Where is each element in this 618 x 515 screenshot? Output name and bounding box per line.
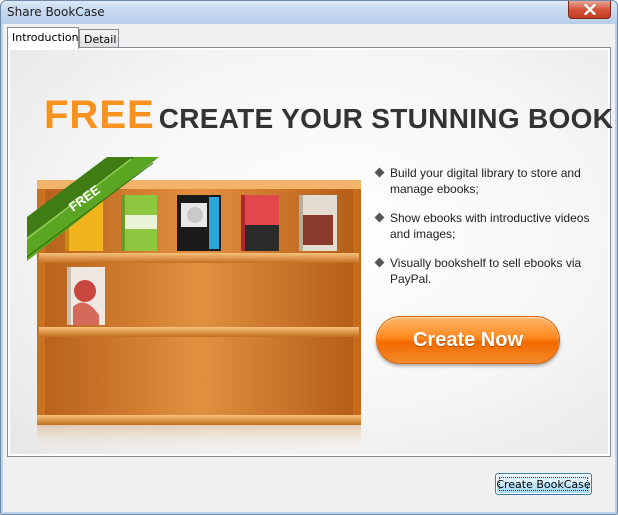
- close-icon: [583, 4, 596, 15]
- tab-detail-label: Detail: [84, 33, 117, 46]
- share-bookcase-window: Share BookCase Introduction Detail FREE C…: [0, 0, 618, 515]
- headline-free: FREE: [44, 93, 155, 137]
- bullet-diamond-icon: [374, 257, 385, 268]
- feature-text: Visually bookshelf to sell ebooks via Pa…: [390, 256, 582, 286]
- feature-item: Build your digital library to store and …: [374, 165, 606, 197]
- focus-rect: [499, 477, 588, 491]
- dialog-client-area: Introduction Detail FREE CREATE YOUR STUN…: [3, 24, 617, 512]
- feature-list: Build your digital library to store and …: [374, 165, 606, 300]
- feature-item: Show ebooks with introductive videos and…: [374, 210, 606, 242]
- headline-text: CREATE YOUR STUNNING BOOK CASE: [158, 103, 617, 134]
- feature-text: Show ebooks with introductive videos and…: [390, 211, 590, 241]
- shelf-plank-1: [39, 253, 359, 263]
- shelf-back-bottom: [45, 337, 353, 415]
- feature-item: Visually bookshelf to sell ebooks via Pa…: [374, 255, 606, 287]
- book-red: [241, 195, 279, 251]
- close-button[interactable]: [568, 1, 611, 19]
- bullet-diamond-icon: [374, 167, 385, 178]
- tab-introduction[interactable]: Introduction: [7, 27, 79, 49]
- create-now-label: Create Now: [412, 328, 524, 351]
- bookshelf-illustration: FREE: [26, 157, 367, 457]
- shelf-reflection: [37, 425, 361, 455]
- shelf-plank-3: [37, 415, 361, 425]
- tab-detail[interactable]: Detail: [79, 29, 119, 47]
- promo-banner: FREECREATE YOUR STUNNING BOOK CASE: [10, 50, 617, 457]
- shelf-plank-2: [39, 327, 359, 337]
- book-white: [299, 195, 337, 251]
- create-bookcase-button[interactable]: Create BookCase: [495, 473, 592, 495]
- bookshelf-image: FREE: [26, 157, 361, 455]
- title-bar[interactable]: Share BookCase: [1, 1, 617, 24]
- tab-introduction-label: Introduction: [12, 31, 79, 44]
- create-now-button[interactable]: Create Now: [376, 316, 560, 364]
- feature-text: Build your digital library to store and …: [390, 166, 581, 196]
- bullet-diamond-icon: [374, 212, 385, 223]
- introduction-panel: FREECREATE YOUR STUNNING BOOK CASE: [7, 47, 617, 457]
- book-cartoon: [177, 195, 221, 251]
- book-green: [121, 195, 157, 251]
- banner-headline: FREECREATE YOUR STUNNING BOOK CASE: [44, 93, 617, 138]
- book-portrait: [67, 267, 105, 325]
- window-title: Share BookCase: [7, 5, 105, 19]
